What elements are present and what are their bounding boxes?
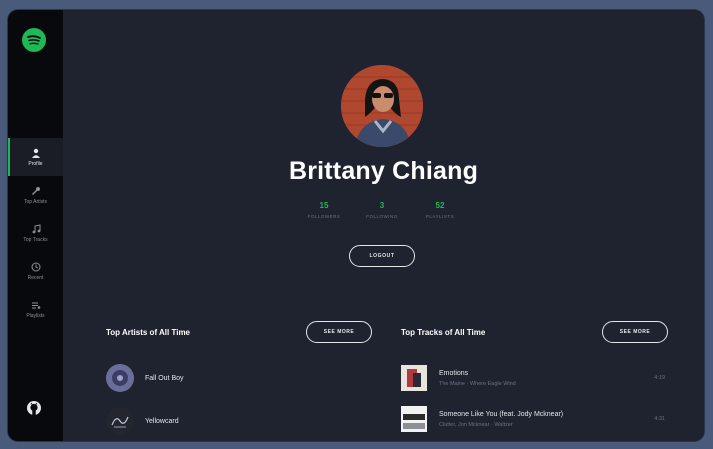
track-title: Someone Like You (feat. Jody Mcknear) — [439, 410, 564, 418]
stat-value: 52 — [435, 201, 445, 210]
artist-name: Fall Out Boy — [145, 374, 184, 382]
track-cover — [401, 365, 427, 391]
sidebar-item-label: Top Tracks — [23, 236, 48, 243]
sidebar-item-label: Recent — [27, 274, 44, 281]
track-subtitle: Clutter, Jon Mcknear · Waltzer — [439, 421, 513, 428]
github-icon[interactable] — [25, 399, 43, 417]
track-duration: 4:19 — [654, 375, 665, 381]
track-cover — [401, 406, 427, 432]
track-row[interactable]: Emotions The Maine · Where Eagle Wind 4:… — [401, 363, 665, 393]
playlist-icon — [31, 302, 40, 309]
stat-label: PLAYLISTS — [425, 214, 455, 219]
track-subtitle: The Maine · Where Eagle Wind — [439, 380, 516, 387]
track-duration: 4:31 — [654, 416, 665, 422]
sidebar-item-recent[interactable]: Recent — [8, 252, 63, 290]
logout-button[interactable]: LOGOUT — [349, 245, 415, 267]
top-tracks-title: Top Tracks of All Time — [401, 328, 486, 337]
sidebar-nav: Profile Top Artists Top Tracks Recent Pl… — [8, 138, 63, 328]
app-window: Profile Top Artists Top Tracks Recent Pl… — [8, 10, 704, 441]
stat-value: 15 — [319, 201, 329, 210]
spotify-logo-icon[interactable] — [22, 28, 46, 52]
sidebar-item-top-tracks[interactable]: Top Tracks — [8, 214, 63, 252]
sidebar-item-top-artists[interactable]: Top Artists — [8, 176, 63, 214]
user-icon — [31, 148, 40, 158]
track-row[interactable]: Someone Like You (feat. Jody Mcknear) Cl… — [401, 404, 665, 434]
top-artists-see-more-button[interactable]: SEE MORE — [306, 321, 372, 343]
track-info: Emotions The Maine · Where Eagle Wind — [439, 370, 654, 387]
artist-row[interactable]: Yellowcard — [106, 406, 179, 436]
profile-avatar — [341, 65, 423, 147]
clock-icon — [31, 262, 40, 271]
sidebar-item-label: Playlists — [26, 312, 45, 319]
sidebar-item-label: Profile — [28, 160, 43, 167]
sidebar-item-playlists[interactable]: Playlists — [8, 290, 63, 328]
stat-label: FOLLOWING — [366, 214, 398, 219]
artist-image — [106, 407, 134, 435]
track-title: Emotions — [439, 369, 469, 377]
artist-image — [106, 364, 134, 392]
sidebar-item-label: Top Artists — [23, 198, 48, 205]
music-note-icon — [32, 223, 40, 233]
stat-following: 3 FOLLOWING — [355, 201, 409, 219]
artist-name: Yellowcard — [145, 417, 179, 425]
stat-value: 3 — [379, 201, 385, 210]
artist-row[interactable]: Fall Out Boy — [106, 363, 184, 393]
sidebar-item-profile[interactable]: Profile — [8, 138, 63, 176]
top-artists-title: Top Artists of All Time — [106, 328, 191, 337]
profile-stats: 15 FOLLOWERS 3 FOLLOWING 52 PLAYLISTS — [297, 201, 467, 219]
top-tracks-see-more-button[interactable]: SEE MORE — [602, 321, 668, 343]
track-info: Someone Like You (feat. Jody Mcknear) Cl… — [439, 411, 654, 428]
microphone-icon — [31, 186, 40, 195]
main-content: Brittany Chiang 15 FOLLOWERS 3 FOLLOWING… — [63, 10, 704, 441]
profile-name: Brittany Chiang — [288, 157, 479, 185]
sidebar: Profile Top Artists Top Tracks Recent Pl… — [8, 10, 63, 441]
stat-followers: 15 FOLLOWERS — [297, 201, 351, 219]
stat-playlists: 52 PLAYLISTS — [413, 201, 467, 219]
stat-label: FOLLOWERS — [307, 214, 341, 219]
